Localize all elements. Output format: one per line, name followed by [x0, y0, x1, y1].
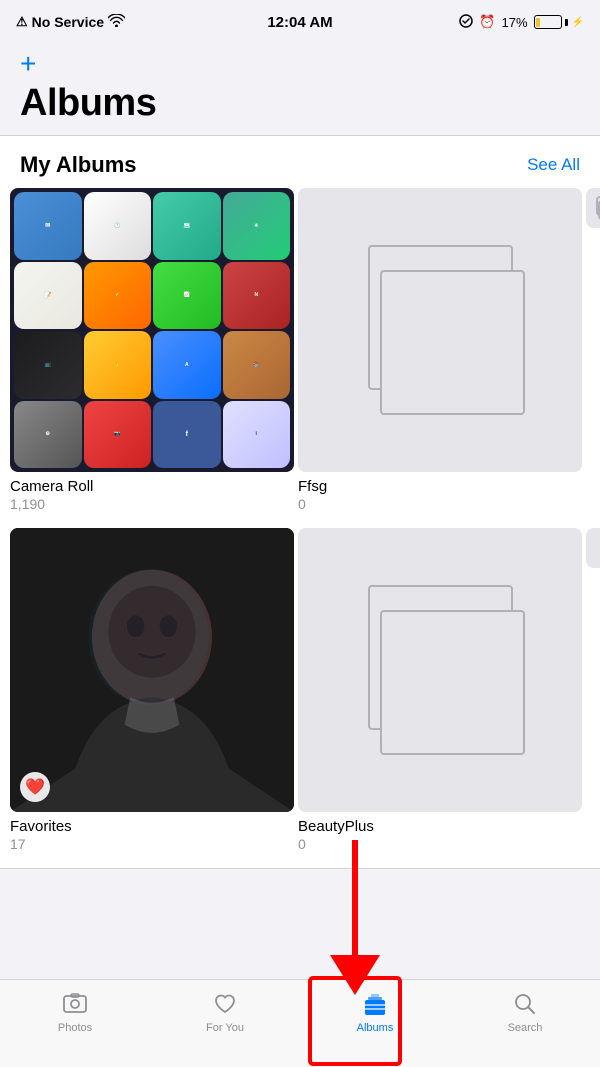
app-icon-itunes: ♪: [84, 331, 152, 399]
album-thumb-favorites: ❤️: [10, 528, 294, 812]
battery-percent: 17%: [502, 15, 528, 30]
my-albums-title: My Albums: [20, 152, 137, 178]
stack-front: [380, 270, 525, 415]
app-icon-mail: ✉: [14, 192, 82, 260]
see-all-button[interactable]: See All: [527, 155, 580, 175]
app-icon-maps: 🗺: [153, 192, 221, 260]
tab-bar: Photos For You Albums: [0, 979, 600, 1067]
app-icon-appstore: A: [153, 331, 221, 399]
battery-icon: ⚡: [534, 15, 584, 29]
album-ir-partial[interactable]: [586, 188, 600, 512]
app-icon-notes: 📝: [14, 262, 82, 330]
alarm-icon: ⏰: [479, 14, 495, 30]
nav-bar: +: [0, 44, 600, 78]
status-right: ⏰ 17% ⚡: [459, 14, 584, 31]
album-thumb-ffsg: [298, 188, 582, 472]
album-camera-roll[interactable]: ✉ 🕐 🗺 ☀ 📝 ✓ 📈 N 📺 ♪ A 📚 ⚙ 📷: [10, 188, 294, 512]
page-title: Albums: [20, 82, 580, 125]
tab-photos[interactable]: Photos: [0, 990, 150, 1034]
album-name-ffsg: Ffsg: [298, 478, 582, 495]
app-icon-settings: ⚙: [14, 401, 82, 469]
app-icon-appletv: 📺: [14, 331, 82, 399]
status-bar: ⚠ No Service 12:04 AM ⏰ 17% ⚡: [0, 0, 600, 44]
wifi-icon: [108, 14, 125, 30]
album-ffsg[interactable]: Ffsg 0: [298, 188, 582, 512]
status-time: 12:04 AM: [267, 14, 332, 31]
section-header: My Albums See All: [0, 136, 600, 188]
tab-for-you[interactable]: For You: [150, 990, 300, 1034]
for-you-tab-icon: [211, 990, 239, 1018]
app-icon-reminders: ✓: [84, 262, 152, 330]
album-name-beautyplus: BeautyPlus: [298, 818, 582, 835]
tab-for-you-label: For You: [206, 1022, 244, 1034]
add-button[interactable]: +: [20, 50, 36, 78]
album-thumb-beautyplus: [298, 528, 582, 812]
app-icon-news: N: [223, 262, 291, 330]
album-count-beautyplus: 0: [298, 836, 582, 852]
person-silhouette: ❤️: [10, 528, 294, 812]
status-left: ⚠ No Service: [16, 14, 125, 30]
tab-albums-label: Albums: [357, 1022, 394, 1034]
album-beautyplus[interactable]: BeautyPlus 0: [298, 528, 582, 852]
album-count-camera-roll: 1,190: [10, 496, 294, 512]
tab-search[interactable]: Search: [450, 990, 600, 1034]
search-tab-icon: [511, 990, 539, 1018]
warning-icon: ⚠: [16, 14, 28, 30]
app-icon-ibis: i: [223, 401, 291, 469]
tab-albums[interactable]: Albums: [300, 990, 450, 1034]
heart-badge: ❤️: [20, 772, 50, 802]
app-icon-facebook: f: [153, 401, 221, 469]
carrier-text: No Service: [32, 14, 104, 30]
page-title-area: Albums: [0, 78, 600, 136]
album-favorites[interactable]: ❤️ Favorites 17: [10, 528, 294, 852]
photos-tab-icon: [61, 990, 89, 1018]
app-icon-weather: ☀: [223, 192, 291, 260]
album-p-partial[interactable]: [586, 528, 600, 852]
albums-tab-icon: [361, 990, 389, 1018]
album-count-favorites: 17: [10, 836, 294, 852]
album-name-camera-roll: Camera Roll: [10, 478, 294, 495]
app-icon-books: 📚: [223, 331, 291, 399]
section-divider: [0, 868, 600, 869]
content-area: My Albums See All ✉ 🕐 🗺 ☀ 📝 ✓ 📈 N: [0, 136, 600, 869]
album-name-favorites: Favorites: [10, 818, 294, 835]
album-count-ffsg: 0: [298, 496, 582, 512]
albums-row-1: ✉ 🕐 🗺 ☀ 📝 ✓ 📈 N 📺 ♪ A 📚 ⚙ 📷: [0, 188, 600, 528]
albums-row-2: ❤️ Favorites 17 BeautyPlus 0: [0, 528, 600, 868]
tab-search-label: Search: [508, 1022, 543, 1034]
app-icon-stocks: 📈: [153, 262, 221, 330]
app-icon-instagram: 📷: [84, 401, 152, 469]
screen-mirror-icon: [459, 14, 473, 31]
app-icon-clock: 🕐: [84, 192, 152, 260]
album-thumb-camera-roll: ✉ 🕐 🗺 ☀ 📝 ✓ 📈 N 📺 ♪ A 📚 ⚙ 📷: [10, 188, 294, 472]
tab-photos-label: Photos: [58, 1022, 92, 1034]
